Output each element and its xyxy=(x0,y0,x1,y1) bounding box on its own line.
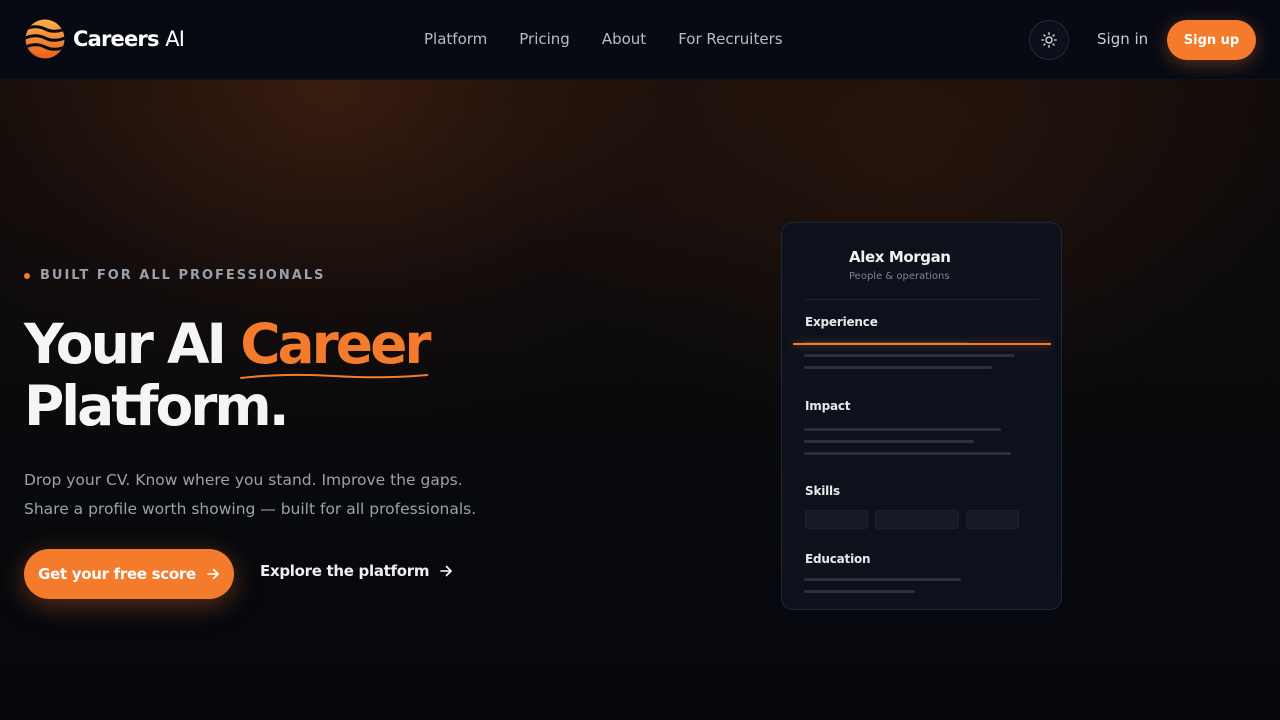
scan-line xyxy=(793,343,1051,345)
section-label-skills: Skills xyxy=(805,484,840,498)
placeholder-line xyxy=(804,440,974,443)
nav-link-about[interactable]: About xyxy=(602,30,646,48)
arrow-right-icon xyxy=(439,564,453,578)
section-label-impact: Impact xyxy=(805,399,851,413)
placeholder-line xyxy=(804,452,1011,455)
squiggle-underline-icon xyxy=(240,373,429,379)
theme-toggle-button[interactable] xyxy=(1029,20,1069,60)
profile-preview-card: Alex Morgan People & operations Experien… xyxy=(781,222,1062,610)
placeholder-line xyxy=(804,354,1015,357)
get-free-score-button[interactable]: Get your free score xyxy=(24,549,234,599)
headline-part2: Platform. xyxy=(24,374,290,438)
section-label-experience: Experience xyxy=(805,315,878,329)
headline-accent: Career xyxy=(240,313,432,379)
brand-name: Careers AI xyxy=(73,27,185,51)
main-nav-links: Platform Pricing About For Recruiters xyxy=(424,30,815,48)
arrow-right-icon xyxy=(206,567,220,581)
section-label-education: Education xyxy=(805,552,871,566)
placeholder-line xyxy=(804,590,915,593)
headline-part1: Your AI xyxy=(24,312,227,376)
brand-logo[interactable]: Careers AI xyxy=(25,19,185,59)
cta-primary-label: Get your free score xyxy=(38,565,196,583)
hero-subtext: Drop your CV. Know where you stand. Impr… xyxy=(24,466,544,524)
sign-in-link[interactable]: Sign in xyxy=(1097,30,1148,48)
card-divider xyxy=(805,299,1039,300)
subtext-line-1: Drop your CV. Know where you stand. Impr… xyxy=(24,471,463,489)
profile-role: People & operations xyxy=(849,271,950,282)
subtext-line-2: Share a profile worth showing — built fo… xyxy=(24,500,477,518)
eyebrow-text: BUILT FOR ALL PROFESSIONALS xyxy=(40,268,326,283)
hero-eyebrow: BUILT FOR ALL PROFESSIONALS xyxy=(24,268,325,283)
placeholder-line xyxy=(804,578,961,581)
top-navigation: Careers AI Platform Pricing About For Re… xyxy=(0,0,1280,80)
sign-up-button[interactable]: Sign up xyxy=(1167,20,1256,60)
hero-headline: Your AI Career Platform. xyxy=(24,313,584,437)
profile-name: Alex Morgan xyxy=(849,248,951,266)
nav-link-for-recruiters[interactable]: For Recruiters xyxy=(678,30,782,48)
skill-chip xyxy=(805,510,868,529)
explore-platform-link[interactable]: Explore the platform xyxy=(260,562,453,580)
skill-chip xyxy=(966,510,1019,529)
logo-mark-icon xyxy=(25,19,65,59)
sun-icon xyxy=(1041,32,1057,48)
skill-chip xyxy=(875,510,959,529)
placeholder-line xyxy=(804,428,1001,431)
nav-link-pricing[interactable]: Pricing xyxy=(519,30,570,48)
placeholder-line xyxy=(804,366,992,369)
cta-secondary-label: Explore the platform xyxy=(260,562,430,580)
eyebrow-dot-icon xyxy=(24,272,30,279)
nav-link-platform[interactable]: Platform xyxy=(424,30,487,48)
